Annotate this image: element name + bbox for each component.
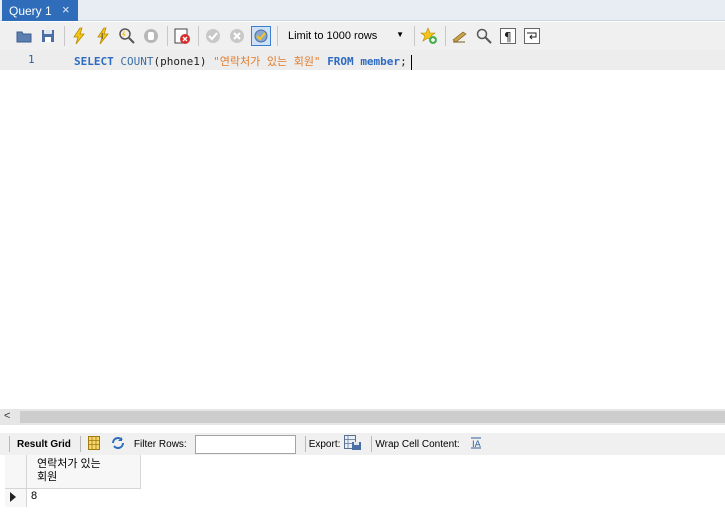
result-grid-tab[interactable]: Result Grid bbox=[17, 439, 71, 450]
chevron-down-icon: ▼ bbox=[396, 30, 404, 39]
result-toolbar: Result Grid Filter Rows: Export: Wrap Ce… bbox=[0, 433, 725, 455]
execute-icon[interactable] bbox=[69, 26, 89, 46]
line-number: 1 bbox=[28, 53, 35, 66]
rollback-icon[interactable] bbox=[227, 26, 247, 46]
column-header-line1: 연락처가 있는 bbox=[37, 458, 101, 470]
toolbar-separator bbox=[371, 436, 373, 452]
horizontal-scrollbar[interactable]: < bbox=[0, 409, 725, 425]
export-icon[interactable] bbox=[344, 434, 362, 454]
table-name: member bbox=[360, 55, 401, 68]
svg-text:IA: IA bbox=[472, 440, 482, 449]
toolbar-separator bbox=[277, 26, 278, 46]
text-caret bbox=[410, 54, 412, 70]
current-row-icon bbox=[10, 492, 16, 502]
tab-label: Query 1 bbox=[9, 3, 52, 18]
function-count: COUNT bbox=[120, 55, 154, 68]
column-header-line2: 회원 bbox=[37, 471, 58, 483]
scrollbar-track[interactable] bbox=[20, 411, 725, 423]
close-tab-icon[interactable]: × bbox=[62, 3, 70, 17]
execute-current-icon[interactable]: I bbox=[93, 26, 113, 46]
toolbar-separator bbox=[79, 436, 81, 452]
invisible-chars-icon[interactable]: ¶ bbox=[498, 26, 518, 46]
grid-corner bbox=[5, 455, 27, 489]
find-icon[interactable] bbox=[474, 26, 494, 46]
sql-editor[interactable]: 1 SELECT COUNT(phone1) "연락처가 있는 회원" FROM… bbox=[0, 50, 725, 408]
grid-layout-icon[interactable] bbox=[87, 435, 100, 453]
stop-icon[interactable] bbox=[141, 26, 161, 46]
filter-rows-label: Filter Rows: bbox=[133, 438, 187, 450]
result-grid: 연락처가 있는 회원 8 bbox=[5, 455, 141, 510]
toolbar-separator bbox=[445, 26, 446, 46]
toolbar-separator bbox=[64, 26, 65, 46]
sql-toolbar: I Limit to 1000 rows ▼ ¶ bbox=[0, 22, 725, 50]
explain-icon[interactable] bbox=[117, 26, 137, 46]
wrap-cell-icon[interactable]: IA bbox=[470, 437, 482, 452]
add-snippet-icon[interactable] bbox=[419, 26, 439, 46]
function-args: (phone1) bbox=[153, 55, 214, 68]
keyword-select: SELECT bbox=[74, 55, 114, 68]
open-folder-icon[interactable] bbox=[14, 26, 34, 46]
save-icon[interactable] bbox=[38, 26, 58, 46]
toolbar-separator bbox=[198, 26, 199, 46]
toolbar-separator bbox=[304, 436, 306, 452]
toolbar-separator bbox=[414, 26, 415, 46]
limit-rows-dropdown[interactable]: Limit to 1000 rows ▼ bbox=[282, 26, 408, 46]
semicolon: ; bbox=[400, 55, 407, 68]
column-header[interactable]: 연락처가 있는 회원 bbox=[27, 455, 141, 489]
toolbar-separator bbox=[167, 26, 168, 46]
string-alias: "연락처가 있는 회원" bbox=[213, 55, 321, 68]
filter-rows-input[interactable] bbox=[194, 434, 296, 454]
beautify-icon[interactable] bbox=[450, 26, 470, 46]
tab-strip: Query 1 × bbox=[0, 0, 725, 21]
code-line[interactable]: SELECT COUNT(phone1) "연락처가 있는 회원" FROM m… bbox=[74, 53, 412, 70]
refresh-icon[interactable] bbox=[110, 436, 126, 453]
commit-icon[interactable] bbox=[203, 26, 223, 46]
svg-text:¶: ¶ bbox=[504, 30, 512, 44]
row-selector[interactable] bbox=[5, 489, 27, 507]
tab-query-1[interactable]: Query 1 × bbox=[2, 0, 78, 21]
wrap-cell-label: Wrap Cell Content: bbox=[375, 438, 460, 450]
table-cell[interactable]: 8 bbox=[31, 490, 37, 502]
autocommit-icon[interactable] bbox=[251, 26, 271, 46]
limit-rows-label: Limit to 1000 rows bbox=[288, 30, 378, 42]
svg-text:I: I bbox=[101, 32, 103, 41]
toggle-error-icon[interactable] bbox=[172, 26, 192, 46]
toolbar-separator bbox=[9, 436, 10, 452]
scroll-left-icon[interactable]: < bbox=[4, 410, 10, 422]
word-wrap-icon[interactable] bbox=[522, 26, 542, 46]
export-label: Export: bbox=[308, 438, 341, 450]
keyword-from: FROM bbox=[327, 55, 354, 68]
